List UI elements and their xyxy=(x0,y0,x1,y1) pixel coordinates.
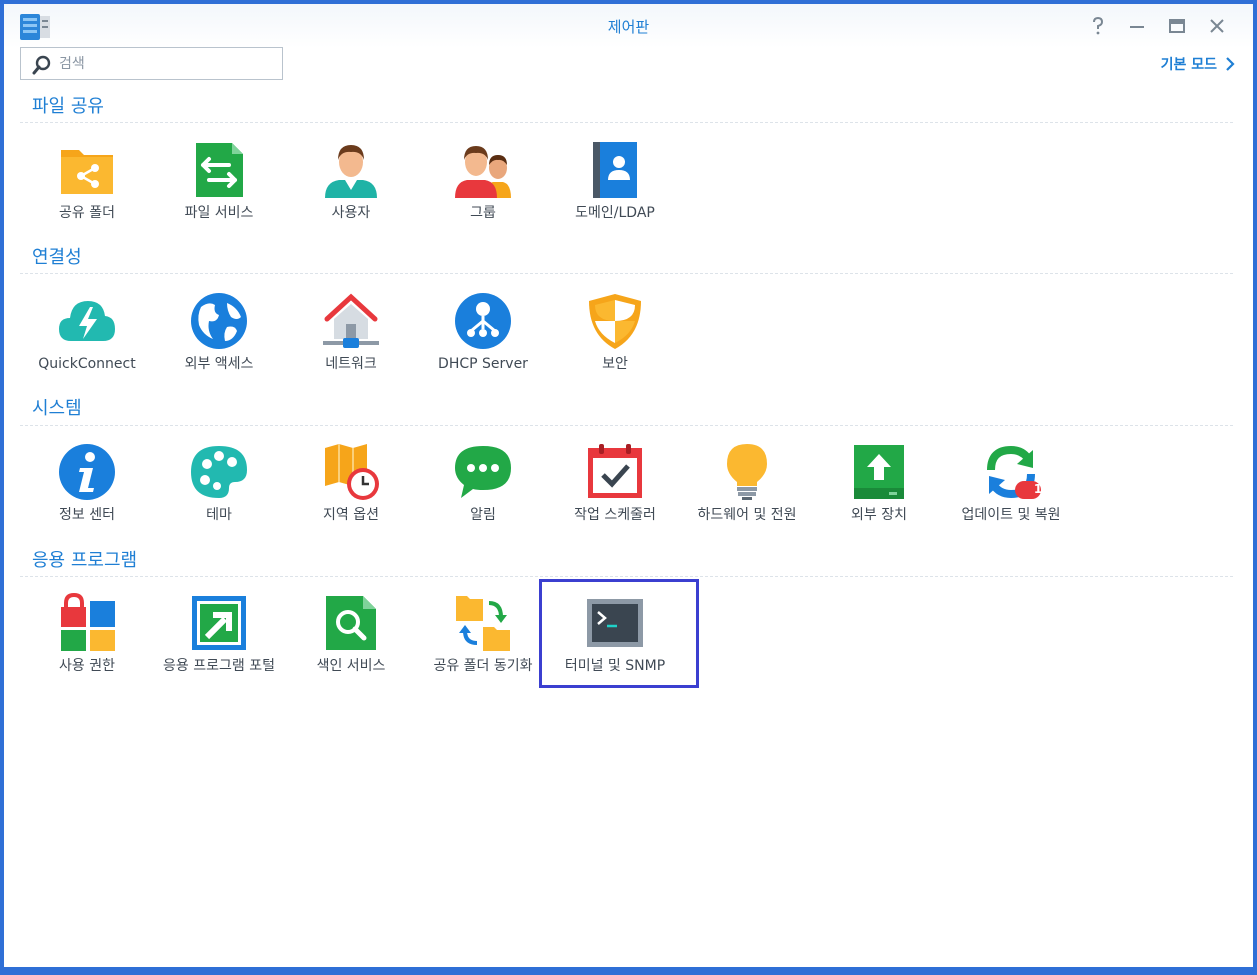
item-hardware-power[interactable]: 하드웨어 및 전원 xyxy=(681,442,813,525)
help-icon xyxy=(1093,16,1104,35)
section-title-connectivity: 연결성 xyxy=(32,247,82,268)
item-label: 작업 스케줄러 xyxy=(574,507,656,523)
search-box[interactable] xyxy=(20,47,283,80)
item-theme[interactable]: 테마 xyxy=(153,442,285,525)
control-panel-window: 제어판 검색 기본 모드 파일 공유 공유 폴더 파일 서비스 사용자 그룹 도… xyxy=(4,4,1253,967)
close-icon xyxy=(1210,19,1224,33)
item-security[interactable]: 보안 xyxy=(549,291,681,374)
item-dhcp-server[interactable]: DHCP Server xyxy=(417,291,549,374)
item-privileges[interactable]: 사용 권한 xyxy=(21,593,153,676)
item-label: 하드웨어 및 전원 xyxy=(697,507,797,523)
privileges-icon xyxy=(61,593,115,651)
section-title-applications: 응용 프로그램 xyxy=(32,550,138,571)
item-group[interactable]: 그룹 xyxy=(417,140,549,223)
user-icon xyxy=(325,145,377,198)
item-label: 정보 센터 xyxy=(59,507,115,523)
title-bar[interactable]: 제어판 xyxy=(4,4,1253,48)
section-divider xyxy=(20,576,1233,577)
update-badge-count: 1 xyxy=(1033,482,1043,496)
item-notification[interactable]: 알림 xyxy=(417,442,549,525)
item-update-restore[interactable]: 1 업데이트 및 복원 xyxy=(945,442,1077,525)
section-title-system: 시스템 xyxy=(32,398,82,419)
shared-folder-sync-icon xyxy=(456,596,510,651)
basic-mode-link[interactable]: 기본 모드 xyxy=(1161,54,1235,74)
search-icon xyxy=(32,55,52,79)
section-title-file-sharing: 파일 공유 xyxy=(32,96,104,117)
item-label: 파일 서비스 xyxy=(184,205,254,221)
window-title: 제어판 xyxy=(607,18,650,36)
item-label: QuickConnect xyxy=(38,356,136,372)
network-icon xyxy=(323,293,379,348)
item-label: 사용자 xyxy=(331,205,371,221)
regional-options-icon xyxy=(325,444,379,500)
item-label: 공유 폴더 xyxy=(59,205,115,221)
indexing-service-icon xyxy=(326,596,376,650)
chevron-right-icon xyxy=(1226,57,1235,71)
item-application-portal[interactable]: 응용 프로그램 포털 xyxy=(153,593,285,676)
notification-icon xyxy=(455,446,511,498)
basic-mode-label: 기본 모드 xyxy=(1160,57,1217,73)
minimize-button[interactable] xyxy=(1127,16,1147,36)
maximize-button[interactable] xyxy=(1167,16,1187,36)
item-quickconnect[interactable]: QuickConnect xyxy=(21,291,153,374)
item-label: 색인 서비스 xyxy=(316,658,386,674)
section-divider xyxy=(20,273,1233,274)
item-indexing-service[interactable]: 색인 서비스 xyxy=(285,593,417,676)
group-icon xyxy=(455,146,511,198)
dhcp-server-icon xyxy=(455,293,511,349)
item-user[interactable]: 사용자 xyxy=(285,140,417,223)
item-external-access[interactable]: 외부 액세스 xyxy=(153,291,285,374)
item-info-center[interactable]: 정보 센터 xyxy=(21,442,153,525)
section-divider xyxy=(20,122,1233,123)
minimize-icon xyxy=(1130,26,1144,28)
section-divider xyxy=(20,425,1233,426)
item-label: 테마 xyxy=(206,507,232,523)
item-file-services[interactable]: 파일 서비스 xyxy=(153,140,285,223)
item-domain-ldap[interactable]: 도메인/LDAP xyxy=(549,140,681,223)
item-label: 그룹 xyxy=(470,205,496,221)
item-network[interactable]: 네트워크 xyxy=(285,291,417,374)
file-services-icon xyxy=(196,143,243,197)
item-label: 외부 장치 xyxy=(851,507,907,523)
external-access-icon xyxy=(191,293,247,349)
item-external-devices[interactable]: 외부 장치 xyxy=(813,442,945,525)
item-shared-folder[interactable]: 공유 폴더 xyxy=(21,140,153,223)
item-label: 네트워크 xyxy=(325,356,377,372)
item-label: 업데이트 및 복원 xyxy=(961,507,1061,523)
theme-palette-icon xyxy=(191,446,247,498)
selection-highlight xyxy=(539,579,699,688)
shared-folder-icon xyxy=(61,150,113,194)
item-label: 외부 액세스 xyxy=(184,356,254,372)
item-regional-options[interactable]: 지역 옵션 xyxy=(285,442,417,525)
security-shield-icon xyxy=(589,294,641,349)
item-label: DHCP Server xyxy=(438,356,528,372)
item-label: 보안 xyxy=(602,356,628,372)
task-scheduler-icon xyxy=(588,444,642,498)
help-button[interactable] xyxy=(1088,16,1108,36)
hardware-power-icon xyxy=(727,444,767,500)
close-button[interactable] xyxy=(1207,16,1227,36)
item-label: 응용 프로그램 포털 xyxy=(163,658,275,674)
maximize-icon xyxy=(1169,19,1185,33)
item-task-scheduler[interactable]: 작업 스케줄러 xyxy=(549,442,681,525)
item-label: 도메인/LDAP xyxy=(575,205,655,221)
item-label: 공유 폴더 동기화 xyxy=(433,658,533,674)
search-input[interactable] xyxy=(57,53,271,75)
item-label: 사용 권한 xyxy=(59,658,115,674)
application-portal-icon xyxy=(192,596,246,650)
info-center-icon xyxy=(59,444,115,500)
external-devices-icon xyxy=(854,445,904,499)
item-shared-folder-sync[interactable]: 공유 폴더 동기화 xyxy=(417,593,549,676)
domain-ldap-icon xyxy=(593,142,637,198)
item-label: 지역 옵션 xyxy=(323,507,379,523)
item-label: 알림 xyxy=(470,507,496,523)
quickconnect-icon xyxy=(59,301,115,341)
